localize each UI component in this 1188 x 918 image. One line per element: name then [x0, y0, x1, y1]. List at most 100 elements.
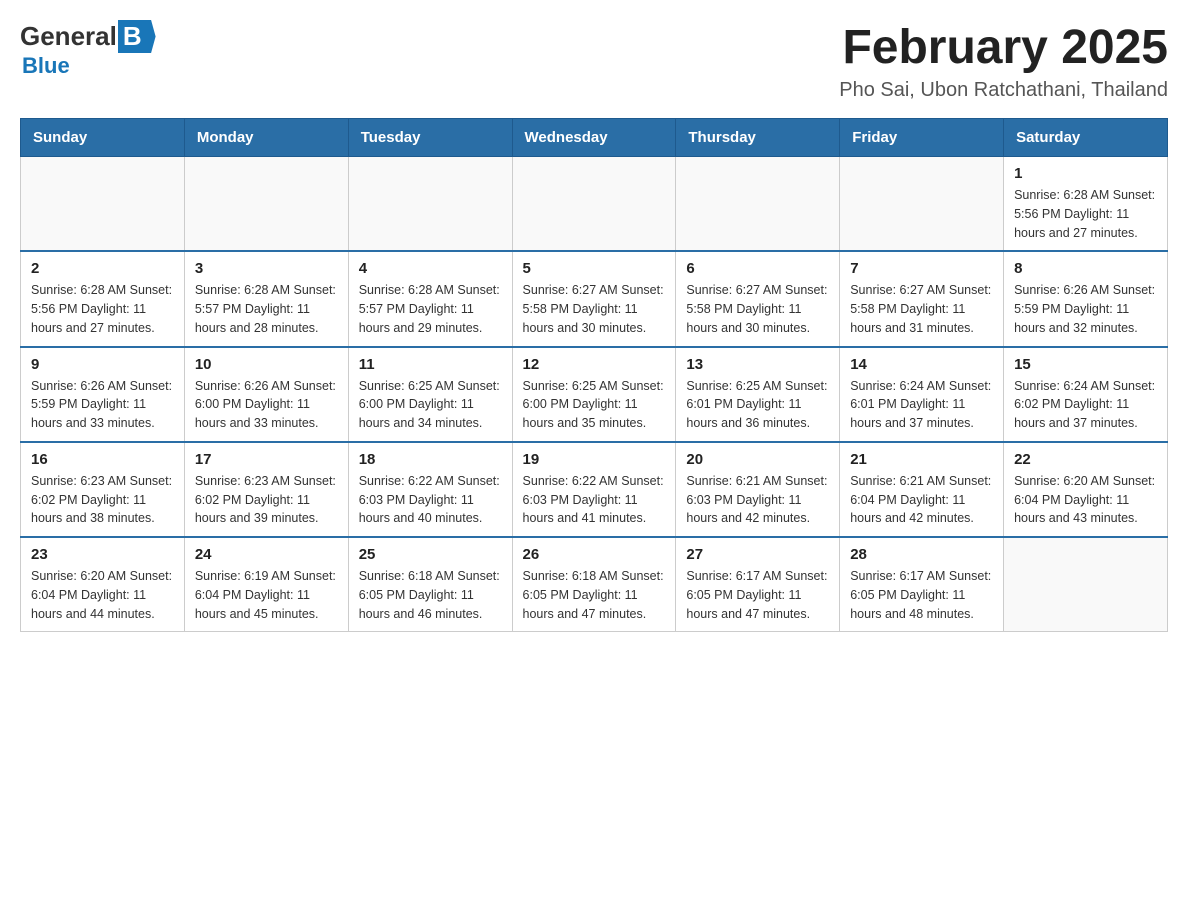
day-number: 2 [31, 260, 174, 277]
calendar-week-2: 2 Sunrise: 6:28 AM Sunset: 5:56 PM Daylig… [21, 251, 1168, 346]
day-number: 1 [1014, 165, 1157, 182]
day-info: Sunrise: 6:22 AM Sunset: 6:03 PM Dayligh… [523, 472, 666, 528]
calendar-day-1-1: 3 Sunrise: 6:28 AM Sunset: 5:57 PM Daylig… [184, 251, 348, 346]
calendar-day-3-3: 19 Sunrise: 6:22 AM Sunset: 6:03 PM Dayli… [512, 442, 676, 537]
day-number: 12 [523, 356, 666, 373]
col-thursday: Thursday [676, 119, 840, 157]
calendar-week-4: 16 Sunrise: 6:23 AM Sunset: 6:02 PM Dayli… [21, 442, 1168, 537]
calendar-day-1-6: 8Sunrise: 6:26 AM Sunset: 5:59 PM Daylig… [1004, 251, 1168, 346]
logo-blue-badge: B [118, 20, 156, 53]
day-info: Sunrise: 6:20 AM Sunset: 6:04 PM Dayligh… [31, 567, 174, 623]
calendar-day-4-5: 28Sunrise: 6:17 AM Sunset: 6:05 PM Dayli… [840, 537, 1004, 632]
day-info: Sunrise: 6:21 AM Sunset: 6:03 PM Dayligh… [686, 472, 829, 528]
calendar-day-3-2: 18Sunrise: 6:22 AM Sunset: 6:03 PM Dayli… [348, 442, 512, 537]
day-number: 21 [850, 451, 993, 468]
day-info: Sunrise: 6:19 AM Sunset: 6:04 PM Dayligh… [195, 567, 338, 623]
col-tuesday: Tuesday [348, 119, 512, 157]
day-number: 20 [686, 451, 829, 468]
day-info: Sunrise: 6:27 AM Sunset: 5:58 PM Dayligh… [523, 281, 666, 337]
day-number: 8 [1014, 260, 1157, 277]
logo: General B Blue [20, 20, 156, 79]
calendar-day-2-1: 10Sunrise: 6:26 AM Sunset: 6:00 PM Dayli… [184, 347, 348, 442]
calendar-header-row: Sunday Monday Tuesday Wednesday Thursday… [21, 119, 1168, 157]
title-section: February 2025 Pho Sai, Ubon Ratchathani,… [839, 20, 1168, 102]
day-info: Sunrise: 6:25 AM Sunset: 6:01 PM Dayligh… [686, 377, 829, 433]
day-number: 17 [195, 451, 338, 468]
calendar-day-2-0: 9Sunrise: 6:26 AM Sunset: 5:59 PM Daylig… [21, 347, 185, 442]
calendar-day-2-5: 14 Sunrise: 6:24 AM Sunset: 6:01 PM Dayli… [840, 347, 1004, 442]
day-info: Sunrise: 6:18 AM Sunset: 6:05 PM Dayligh… [523, 567, 666, 623]
calendar-week-5: 23Sunrise: 6:20 AM Sunset: 6:04 PM Dayli… [21, 537, 1168, 632]
col-saturday: Saturday [1004, 119, 1168, 157]
calendar-day-3-5: 21 Sunrise: 6:21 AM Sunset: 6:04 PM Dayli… [840, 442, 1004, 537]
day-info: Sunrise: 6:24 AM Sunset: 6:01 PM Dayligh… [850, 377, 993, 433]
calendar-day-2-6: 15Sunrise: 6:24 AM Sunset: 6:02 PM Dayli… [1004, 347, 1168, 442]
day-info: Sunrise: 6:21 AM Sunset: 6:04 PM Dayligh… [850, 472, 993, 528]
day-info: Sunrise: 6:17 AM Sunset: 6:05 PM Dayligh… [850, 567, 993, 623]
day-number: 4 [359, 260, 502, 277]
day-number: 15 [1014, 356, 1157, 373]
calendar-day-4-3: 26 Sunrise: 6:18 AM Sunset: 6:05 PM Dayli… [512, 537, 676, 632]
day-number: 25 [359, 546, 502, 563]
calendar-day-3-4: 20 Sunrise: 6:21 AM Sunset: 6:03 PM Dayli… [676, 442, 840, 537]
calendar-day-1-5: 7 Sunrise: 6:27 AM Sunset: 5:58 PM Daylig… [840, 251, 1004, 346]
day-number: 24 [195, 546, 338, 563]
calendar-day-0-0 [21, 157, 185, 252]
day-info: Sunrise: 6:27 AM Sunset: 5:58 PM Dayligh… [850, 281, 993, 337]
day-number: 7 [850, 260, 993, 277]
main-title: February 2025 [839, 20, 1168, 75]
calendar-day-0-3 [512, 157, 676, 252]
day-number: 22 [1014, 451, 1157, 468]
calendar-day-0-1 [184, 157, 348, 252]
day-number: 16 [31, 451, 174, 468]
calendar-day-2-2: 11 Sunrise: 6:25 AM Sunset: 6:00 PM Dayli… [348, 347, 512, 442]
day-number: 9 [31, 356, 174, 373]
day-number: 26 [523, 546, 666, 563]
col-sunday: Sunday [21, 119, 185, 157]
calendar-week-1: 1 Sunrise: 6:28 AM Sunset: 5:56 PM Daylig… [21, 157, 1168, 252]
day-number: 6 [686, 260, 829, 277]
calendar-day-4-1: 24 Sunrise: 6:19 AM Sunset: 6:04 PM Dayli… [184, 537, 348, 632]
calendar-day-2-4: 13 Sunrise: 6:25 AM Sunset: 6:01 PM Dayli… [676, 347, 840, 442]
subtitle: Pho Sai, Ubon Ratchathani, Thailand [839, 79, 1168, 102]
day-number: 18 [359, 451, 502, 468]
calendar-day-0-2 [348, 157, 512, 252]
day-info: Sunrise: 6:28 AM Sunset: 5:57 PM Dayligh… [195, 281, 338, 337]
day-number: 13 [686, 356, 829, 373]
day-info: Sunrise: 6:28 AM Sunset: 5:56 PM Dayligh… [31, 281, 174, 337]
day-info: Sunrise: 6:18 AM Sunset: 6:05 PM Dayligh… [359, 567, 502, 623]
calendar-day-1-0: 2 Sunrise: 6:28 AM Sunset: 5:56 PM Daylig… [21, 251, 185, 346]
calendar-week-3: 9Sunrise: 6:26 AM Sunset: 5:59 PM Daylig… [21, 347, 1168, 442]
calendar-day-3-0: 16 Sunrise: 6:23 AM Sunset: 6:02 PM Dayli… [21, 442, 185, 537]
day-info: Sunrise: 6:20 AM Sunset: 6:04 PM Dayligh… [1014, 472, 1157, 528]
day-info: Sunrise: 6:17 AM Sunset: 6:05 PM Dayligh… [686, 567, 829, 623]
day-info: Sunrise: 6:28 AM Sunset: 5:56 PM Dayligh… [1014, 186, 1157, 242]
day-info: Sunrise: 6:25 AM Sunset: 6:00 PM Dayligh… [523, 377, 666, 433]
calendar-day-4-4: 27 Sunrise: 6:17 AM Sunset: 6:05 PM Dayli… [676, 537, 840, 632]
day-number: 3 [195, 260, 338, 277]
day-info: Sunrise: 6:27 AM Sunset: 5:58 PM Dayligh… [686, 281, 829, 337]
calendar-day-0-4 [676, 157, 840, 252]
calendar-day-1-3: 5Sunrise: 6:27 AM Sunset: 5:58 PM Daylig… [512, 251, 676, 346]
calendar-day-4-2: 25 Sunrise: 6:18 AM Sunset: 6:05 PM Dayli… [348, 537, 512, 632]
calendar-day-3-1: 17 Sunrise: 6:23 AM Sunset: 6:02 PM Dayli… [184, 442, 348, 537]
day-info: Sunrise: 6:28 AM Sunset: 5:57 PM Dayligh… [359, 281, 502, 337]
calendar-day-4-6 [1004, 537, 1168, 632]
logo-general-text: General [20, 21, 117, 52]
day-info: Sunrise: 6:23 AM Sunset: 6:02 PM Dayligh… [195, 472, 338, 528]
day-number: 27 [686, 546, 829, 563]
page-header: General B Blue February 2025 Pho Sai, Ub… [20, 20, 1168, 102]
day-number: 19 [523, 451, 666, 468]
day-info: Sunrise: 6:25 AM Sunset: 6:00 PM Dayligh… [359, 377, 502, 433]
calendar-day-0-5 [840, 157, 1004, 252]
day-number: 14 [850, 356, 993, 373]
col-friday: Friday [840, 119, 1004, 157]
day-info: Sunrise: 6:23 AM Sunset: 6:02 PM Dayligh… [31, 472, 174, 528]
day-number: 11 [359, 356, 502, 373]
calendar-day-3-6: 22 Sunrise: 6:20 AM Sunset: 6:04 PM Dayli… [1004, 442, 1168, 537]
calendar-table: Sunday Monday Tuesday Wednesday Thursday… [20, 118, 1168, 632]
calendar-day-2-3: 12 Sunrise: 6:25 AM Sunset: 6:00 PM Dayli… [512, 347, 676, 442]
day-info: Sunrise: 6:26 AM Sunset: 6:00 PM Dayligh… [195, 377, 338, 433]
calendar-day-1-4: 6 Sunrise: 6:27 AM Sunset: 5:58 PM Daylig… [676, 251, 840, 346]
calendar-day-1-2: 4 Sunrise: 6:28 AM Sunset: 5:57 PM Daylig… [348, 251, 512, 346]
